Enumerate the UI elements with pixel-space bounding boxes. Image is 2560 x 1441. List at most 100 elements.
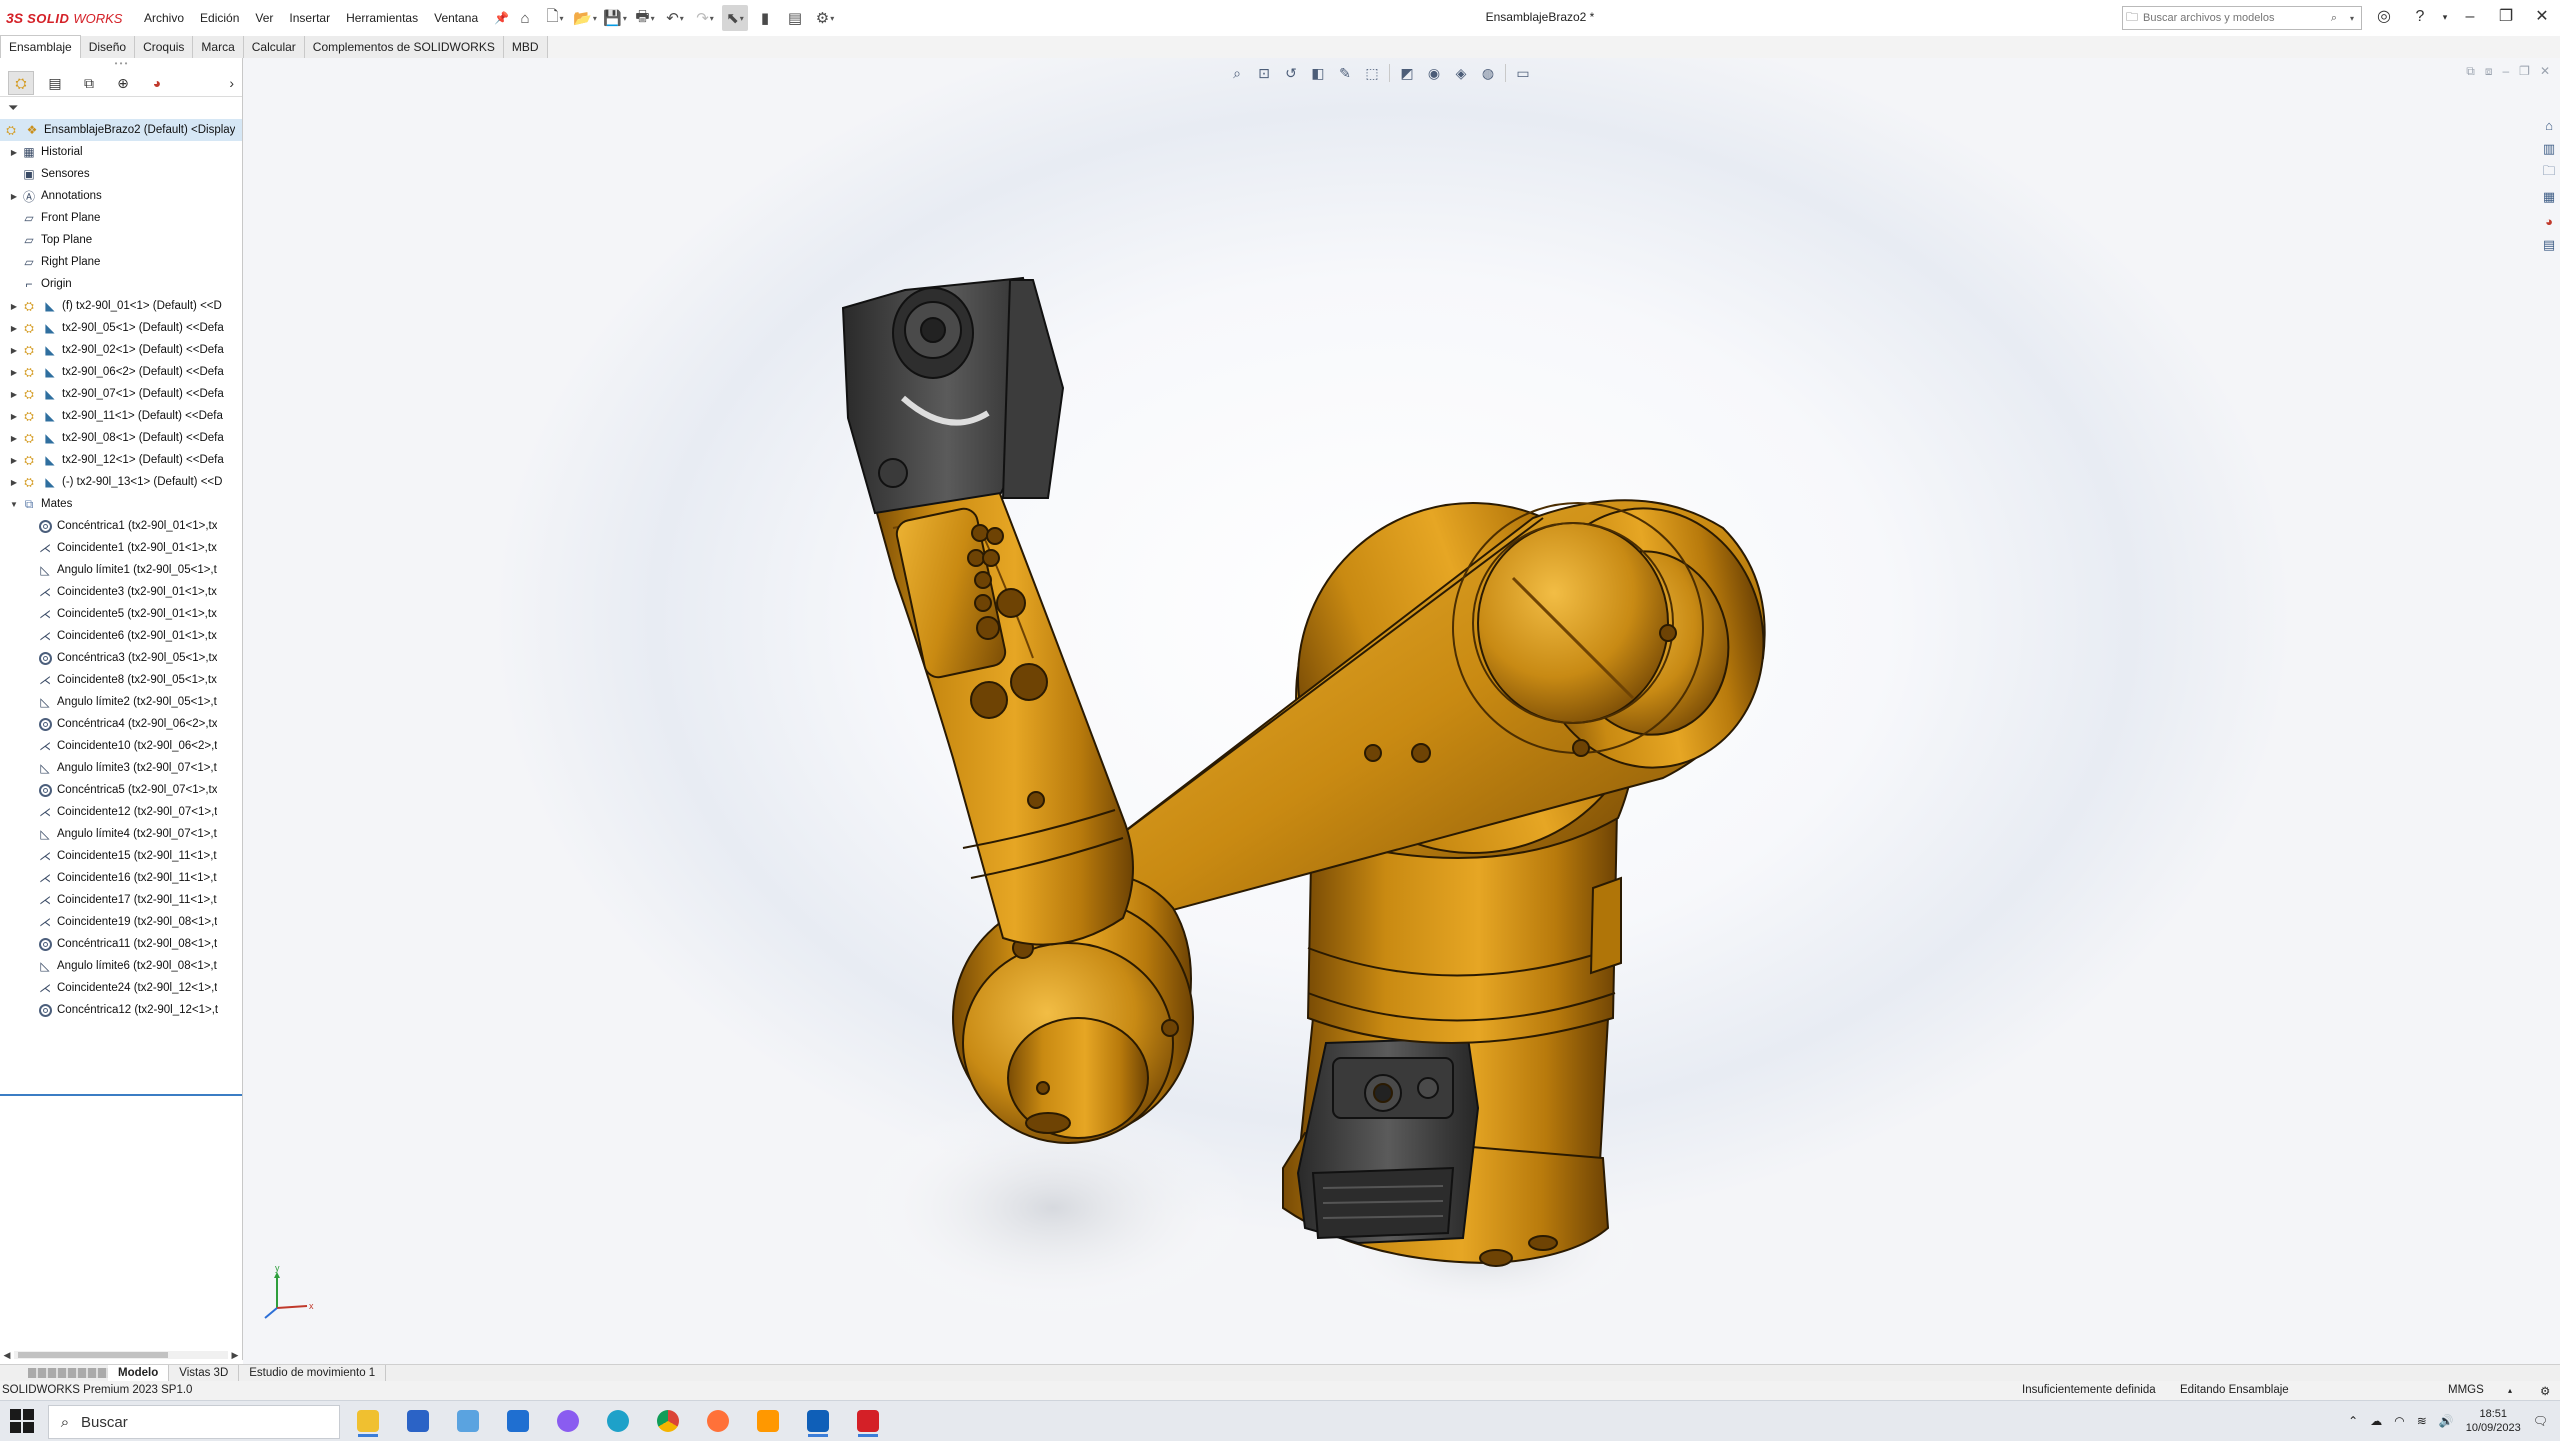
tree-item-mate[interactable]: Concéntrica12 (tx2-90l_12<1>,t	[0, 999, 242, 1021]
expand-arrow-icon[interactable]: ▶	[8, 346, 20, 355]
help-icon[interactable]: ?	[2402, 4, 2438, 30]
tree-item-component[interactable]: ▶ ⛭ ◣ tx2-90l_07<1> (Default) <<Defa	[0, 383, 242, 405]
tray-chevron-icon[interactable]: ⌃	[2348, 1414, 2358, 1428]
traffic-light-icon[interactable]: ▮	[752, 5, 778, 31]
expand-arrow-icon[interactable]: ▶	[8, 302, 20, 311]
tab-mbd[interactable]: MBD	[503, 36, 548, 58]
tree-item-mate[interactable]: ◺ Ángulo límite2 (tx2-90l_05<1>,t	[0, 691, 242, 713]
expand-arrow-icon[interactable]: ▶	[8, 456, 20, 465]
configuration-manager-tab-icon[interactable]: ⧉	[76, 71, 102, 95]
dimxpert-tab-icon[interactable]: ⊕	[110, 71, 136, 95]
tree-item-mate[interactable]: Concéntrica11 (tx2-90l_08<1>,t	[0, 933, 242, 955]
filter-icon[interactable]: ⏷	[8, 100, 18, 116]
tab-modelo[interactable]: Modelo	[108, 1365, 170, 1381]
tree-item-mates[interactable]: ▼ ⧉ Mates	[0, 493, 242, 515]
tab-complementos[interactable]: Complementos de SOLIDWORKS	[304, 36, 504, 58]
menu-archivo[interactable]: Archivo	[136, 10, 192, 26]
tree-item-mate[interactable]: ⋌ Coincidente24 (tx2-90l_12<1>,t	[0, 977, 242, 999]
tree-item-component[interactable]: ▶ ⛭ ◣ (f) tx2-90l_01<1> (Default) <<D	[0, 295, 242, 317]
tree-item-mate[interactable]: ◺ Ángulo límite4 (tx2-90l_07<1>,t	[0, 823, 242, 845]
expand-arrow-icon[interactable]: ▶	[8, 368, 20, 377]
tree-item-mate[interactable]: Concéntrica3 (tx2-90l_05<1>,tx	[0, 647, 242, 669]
tree-item-mate[interactable]: ⋌ Coincidente8 (tx2-90l_05<1>,tx	[0, 669, 242, 691]
robot-forearm[interactable]	[868, 461, 1134, 946]
file-explorer-taskbar-icon[interactable]	[344, 1405, 392, 1437]
options-gear-icon[interactable]: ⚙ ▾	[812, 5, 838, 31]
expand-arrow-icon[interactable]: ▶	[8, 148, 20, 157]
tree-item-front-plane[interactable]: ▱ Front Plane	[0, 207, 242, 229]
windows-start-icon[interactable]	[8, 1409, 36, 1433]
feature-manager-tab-icon[interactable]: ⛭	[8, 71, 34, 95]
network-icon[interactable]: ◠	[2394, 1414, 2404, 1428]
expand-arrow-icon[interactable]: ▶	[8, 412, 20, 421]
tree-item-mate[interactable]: ⋌ Coincidente3 (tx2-90l_01<1>,tx	[0, 581, 242, 603]
tree-item-mate[interactable]: ◺ Ángulo límite1 (tx2-90l_05<1>,t	[0, 559, 242, 581]
select-pointer-icon[interactable]: ⬉ ▾	[722, 5, 748, 31]
tree-item-top-plane[interactable]: ▱ Top Plane	[0, 229, 242, 251]
tab-scroll-arrows[interactable]	[28, 1368, 108, 1378]
tree-item-mate[interactable]: ◺ Ángulo límite3 (tx2-90l_07<1>,t	[0, 757, 242, 779]
tree-item-mate[interactable]: ⋌ Coincidente5 (tx2-90l_01<1>,tx	[0, 603, 242, 625]
notifications-icon[interactable]: 🗨	[2533, 1414, 2548, 1428]
robot-arm-model[interactable]	[243, 58, 2560, 1366]
expand-arrow-icon[interactable]: ▶	[8, 478, 20, 487]
redo-icon[interactable]: ↷ ▾	[692, 5, 718, 31]
tree-item-historial[interactable]: ▶ ▦ Historial	[0, 141, 242, 163]
print-icon[interactable]: 🖶 ▾	[632, 5, 658, 31]
tree-item-origin[interactable]: ⌐ Origin	[0, 273, 242, 295]
tab-marca[interactable]: Marca	[193, 36, 244, 58]
mail-taskbar-icon[interactable]	[494, 1405, 542, 1437]
tree-item-mate[interactable]: ⋌ Coincidente15 (tx2-90l_11<1>,t	[0, 845, 242, 867]
tree-root-assembly[interactable]: ⛭ ❖ EnsamblajeBrazo2 (Default) <Display	[0, 119, 242, 141]
tree-item-mate[interactable]: ⋌ Coincidente19 (tx2-90l_08<1>,t	[0, 911, 242, 933]
scroll-right-icon[interactable]: ▶	[228, 1350, 242, 1361]
tab-diseno[interactable]: Diseño	[80, 36, 136, 58]
tree-item-component[interactable]: ▶ ⛭ ◣ tx2-90l_12<1> (Default) <<Defa	[0, 449, 242, 471]
tree-item-mate[interactable]: Concéntrica1 (tx2-90l_01<1>,tx	[0, 515, 242, 537]
tree-item-mate[interactable]: ⋌ Coincidente1 (tx2-90l_01<1>,tx	[0, 537, 242, 559]
tree-horizontal-scrollbar[interactable]: ◀ ▶	[0, 1348, 242, 1362]
tree-item-sensores[interactable]: ▣ Sensores	[0, 163, 242, 185]
chevron-right-icon[interactable]: ›	[229, 75, 234, 91]
collapse-arrow-icon[interactable]: ▼	[8, 500, 20, 509]
search-dropdown-icon[interactable]: ▾	[2343, 14, 2361, 23]
volume-icon[interactable]: 🔊	[2439, 1414, 2454, 1428]
store-taskbar-icon[interactable]	[394, 1405, 442, 1437]
help-dropdown-icon[interactable]: ▾	[2438, 4, 2452, 30]
menu-herramientas[interactable]: Herramientas	[338, 10, 426, 26]
status-units[interactable]: MMGS	[2448, 1384, 2484, 1396]
search-input[interactable]	[2141, 11, 2325, 25]
tree-item-mate[interactable]: Concéntrica4 (tx2-90l_06<2>,tx	[0, 713, 242, 735]
restore-icon[interactable]: ❐	[2488, 4, 2524, 30]
close-icon[interactable]: ✕	[2524, 4, 2560, 30]
user-account-icon[interactable]: ◎	[2366, 4, 2402, 30]
tab-croquis[interactable]: Croquis	[135, 36, 194, 58]
tree-filter[interactable]: ⏷	[0, 97, 242, 119]
tree-item-mate[interactable]: ⋌ Coincidente16 (tx2-90l_11<1>,t	[0, 867, 242, 889]
taskbar-search[interactable]: ⌕ Buscar	[48, 1405, 340, 1439]
solidworks-logo[interactable]: 3S SOLID WORKS	[6, 8, 122, 28]
status-options-icon[interactable]: ⚙	[2540, 1384, 2550, 1398]
tab-vistas-3d[interactable]: Vistas 3D	[169, 1365, 240, 1381]
onedrive-icon[interactable]: ☁	[2370, 1414, 2382, 1428]
tree-item-mate[interactable]: ◺ Ángulo límite6 (tx2-90l_08<1>,t	[0, 955, 242, 977]
units-dropdown-icon[interactable]: ▴	[2508, 1386, 2512, 1395]
expand-arrow-icon[interactable]: ▶	[8, 390, 20, 399]
expand-arrow-icon[interactable]: ▶	[8, 192, 20, 201]
outlook-taskbar-icon[interactable]	[794, 1405, 842, 1437]
minimize-icon[interactable]: –	[2452, 4, 2488, 30]
tree-item-component[interactable]: ▶ ⛭ ◣ tx2-90l_08<1> (Default) <<Defa	[0, 427, 242, 449]
tree-item-component[interactable]: ▶ ⛭ ◣ tx2-90l_06<2> (Default) <<Defa	[0, 361, 242, 383]
menu-edicion[interactable]: Edición	[192, 10, 247, 26]
undo-icon[interactable]: ↶ ▾	[662, 5, 688, 31]
tab-calcular[interactable]: Calcular	[243, 36, 305, 58]
scroll-thumb[interactable]	[18, 1352, 168, 1358]
chrome-taskbar-icon[interactable]	[644, 1405, 692, 1437]
robot-wrist[interactable]	[841, 276, 1065, 515]
new-document-icon[interactable]: 🗋 ▾	[542, 5, 568, 31]
menu-ver[interactable]: Ver	[247, 10, 281, 26]
tree-item-mate[interactable]: ⋌ Coincidente12 (tx2-90l_07<1>,t	[0, 801, 242, 823]
tree-item-component[interactable]: ▶ ⛭ ◣ tx2-90l_11<1> (Default) <<Defa	[0, 405, 242, 427]
open-document-icon[interactable]: 📂 ▾	[572, 5, 598, 31]
tab-estudio-movimiento[interactable]: Estudio de movimiento 1	[239, 1365, 387, 1381]
